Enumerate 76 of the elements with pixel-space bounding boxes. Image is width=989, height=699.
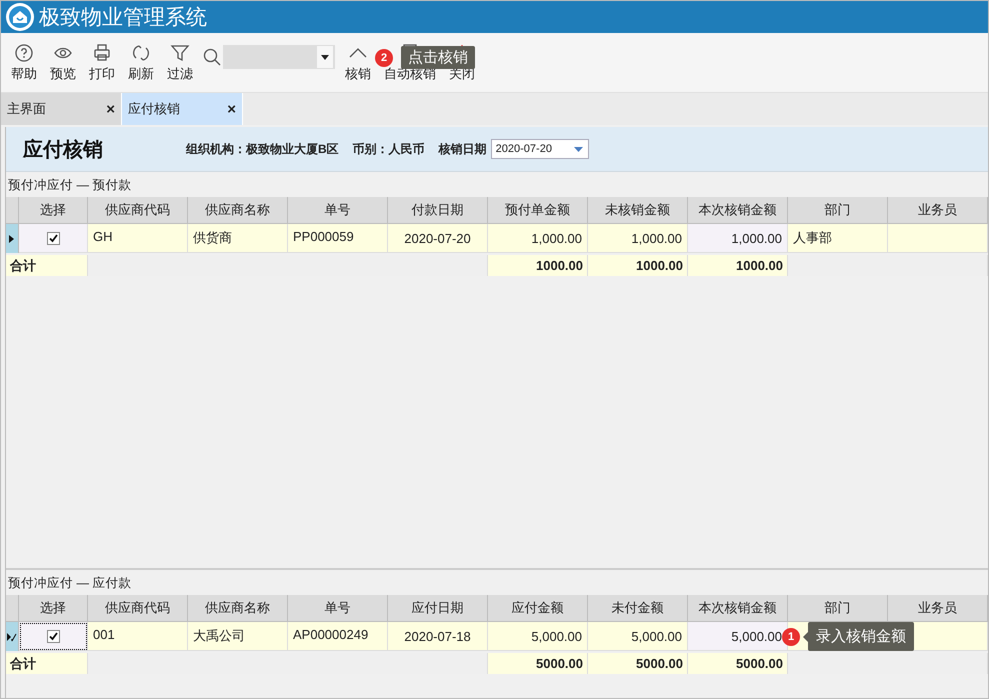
toolbar-button[interactable]: 帮助	[7, 43, 41, 83]
section-caption: 预付冲应付 — 预付款	[7, 177, 132, 194]
total-cell: 5000.00	[488, 653, 588, 674]
date-picker[interactable]: 2020-07-20	[490, 139, 589, 159]
total-label: 合计	[6, 255, 88, 276]
column-header: 付款日期	[388, 197, 488, 224]
column-header: 未核销金额	[588, 197, 688, 224]
column-header: 供应商代码	[88, 595, 188, 622]
toolbar-button[interactable]: 打印	[85, 43, 119, 83]
printer-icon	[92, 43, 112, 63]
table-cell[interactable]: 5,000.00	[688, 622, 788, 651]
column-header: 选择	[19, 197, 88, 224]
column-header: 单号	[288, 197, 388, 224]
column-header: 未付金额	[588, 595, 688, 622]
column-header: 供应商名称	[188, 595, 288, 622]
table-cell: 001	[88, 622, 188, 651]
column-header: 预付单金额	[488, 197, 588, 224]
total-cell: 5000.00	[688, 653, 788, 674]
close-icon[interactable]: ×	[227, 100, 236, 118]
close-icon[interactable]: ×	[106, 100, 115, 118]
currency-label: 币别：人民币	[352, 140, 425, 158]
table-cell: 2020-07-18	[388, 622, 488, 651]
column-header: 本次核销金额	[688, 197, 788, 224]
date-label: 核销日期	[438, 140, 487, 158]
toolbar-button[interactable]: 刷新	[124, 43, 158, 83]
checkbox[interactable]	[46, 630, 60, 642]
tab-label: 主界面	[7, 100, 46, 118]
total-cell: 1000.00	[688, 255, 788, 276]
column-header: 部门	[788, 197, 888, 224]
page-title: 应付核销	[23, 138, 104, 162]
toolbar-button[interactable]: 过滤	[163, 43, 197, 83]
column-header: 应付日期	[388, 595, 488, 622]
caret-icon	[321, 54, 329, 60]
table-cell[interactable]: 1,000.00	[688, 224, 788, 253]
column-header: 部门	[788, 595, 888, 622]
table-cell: AP00000249	[288, 622, 388, 651]
column-header: 业务员	[888, 197, 988, 224]
caret-icon	[574, 147, 583, 152]
refresh-icon	[131, 43, 151, 63]
tab-label: 应付核销	[128, 100, 180, 118]
tooltip: 点击核销	[401, 46, 475, 69]
table-cell: 1,000.00	[588, 224, 688, 253]
organization-label: 组织机构：极致物业大厦B区	[186, 140, 339, 158]
help-icon	[14, 43, 34, 63]
total-label: 合计	[6, 653, 88, 674]
column-header: 供应商名称	[188, 197, 288, 224]
search-icon[interactable]	[202, 47, 222, 67]
section-caption: 预付冲应付 — 应付款	[7, 575, 132, 592]
column-header: 单号	[288, 595, 388, 622]
table-cell: 1,000.00	[488, 224, 588, 253]
filter-icon	[170, 43, 190, 63]
tab[interactable]: 应付核销 ×	[122, 93, 243, 125]
toolbar-button[interactable]: 核销	[341, 43, 375, 83]
table-cell: 供货商	[188, 224, 288, 253]
table-cell: PP000059	[288, 224, 388, 253]
toolbar-button[interactable]: 预览	[46, 43, 80, 83]
tab[interactable]: 主界面 ×	[1, 93, 122, 125]
table-cell: GH	[88, 224, 188, 253]
checkbox[interactable]	[46, 232, 60, 244]
table-cell: 2020-07-20	[388, 224, 488, 253]
table-cell: 人事部	[788, 224, 888, 253]
logo-icon	[5, 2, 35, 32]
table-cell: 大禹公司	[188, 622, 288, 651]
total-cell: 1000.00	[588, 255, 688, 276]
total-cell: 1000.00	[488, 255, 588, 276]
table-cell: 5,000.00	[488, 622, 588, 651]
column-header: 应付金额	[488, 595, 588, 622]
row-editing-icon	[6, 630, 18, 642]
column-header: 供应商代码	[88, 197, 188, 224]
column-header: 业务员	[888, 595, 988, 622]
column-header: 本次核销金额	[688, 595, 788, 622]
column-header: 选择	[19, 595, 88, 622]
window-title: 极致物业管理系统	[39, 5, 207, 31]
table-cell: 5,000.00	[588, 622, 688, 651]
total-cell: 5000.00	[588, 653, 688, 674]
tooltip-arrow	[803, 632, 808, 642]
